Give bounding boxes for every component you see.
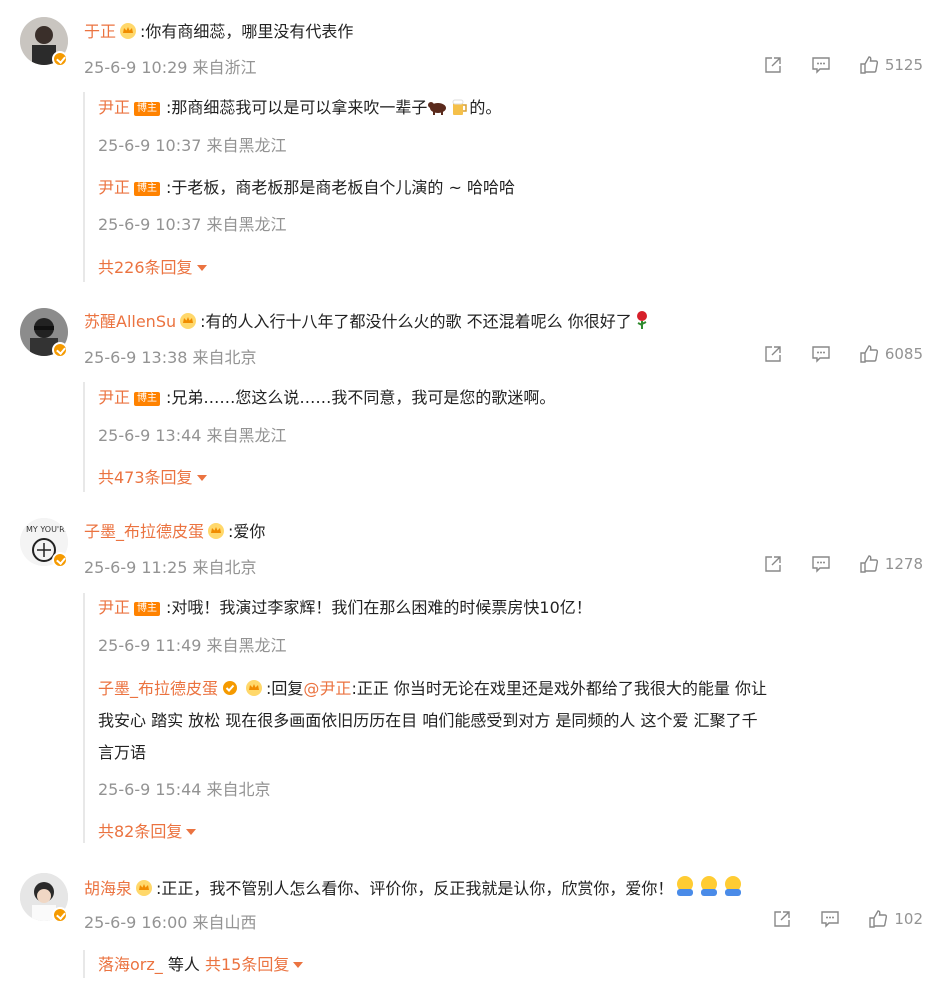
crown-icon	[136, 880, 153, 896]
replier-name[interactable]: 落海orz_	[98, 955, 163, 974]
host-badge: 博主	[134, 182, 161, 196]
reply-author[interactable]: 尹正	[98, 178, 130, 197]
verified-icon	[52, 51, 68, 67]
comment-meta: 25-6-9 13:38 来自北京	[84, 348, 257, 367]
reply-author[interactable]: 尹正	[98, 98, 130, 117]
reply-text-line-2: 我安心 踏实 放松 现在很多画面依旧历历在目 咱们能感受到对方 是同频的人 这个…	[98, 711, 758, 730]
reply-meta: 25-6-9 10:37 来自黑龙江	[98, 136, 287, 155]
reply-meta: 25-6-9 15:44 来自北京	[98, 780, 271, 799]
comment-icon	[812, 57, 830, 74]
share-icon	[765, 57, 781, 73]
comment-meta: 25-6-9 11:25 来自北京	[84, 558, 257, 577]
chevron-down-icon	[293, 962, 304, 968]
chevron-down-icon	[196, 265, 207, 271]
comment-actions: 1278	[735, 554, 923, 574]
svg-text:MY YOU'RE: MY YOU'RE	[26, 525, 68, 534]
comment-author[interactable]: 子墨_布拉德皮蛋	[84, 522, 204, 541]
reply-text: 尹正 博主:兄弟……您这么说……我不同意，我可是您的歌迷啊。	[98, 388, 556, 407]
hug-emoji-icon	[677, 876, 694, 896]
like-button[interactable]: 6085	[859, 344, 923, 364]
comment-icon	[812, 556, 830, 573]
verified-orange-icon	[223, 681, 238, 695]
comment-text: 苏醒AllenSu:有的人入行十八年了都没什么火的歌 不还混着呢么 你很好了	[84, 310, 652, 334]
reply-text-line-3: 言万语	[98, 743, 147, 762]
comment-text: 子墨_布拉德皮蛋:爱你	[84, 522, 266, 541]
reply-divider	[83, 593, 85, 843]
rose-icon	[636, 311, 647, 329]
cow-icon	[428, 102, 447, 115]
reply-meta: 25-6-9 11:49 来自黑龙江	[98, 636, 287, 655]
like-count: 5125	[884, 56, 923, 74]
comment-button[interactable]	[820, 909, 840, 929]
comment-text: 胡海泉:正正，我不管别人怎么看你、评价你，反正我就是认你，欣赏你，爱你！	[84, 875, 745, 901]
reply-divider	[83, 382, 85, 492]
share-button[interactable]	[772, 909, 792, 929]
reply-text: 子墨_布拉德皮蛋:回复@尹正:正正 你当时无论在戏里还是戏外都给了我很大的能量 …	[98, 679, 768, 698]
crown-icon	[246, 680, 263, 696]
share-button[interactable]	[763, 344, 783, 364]
share-button[interactable]	[763, 55, 783, 75]
share-icon	[765, 346, 781, 362]
like-count: 102	[894, 910, 923, 928]
thumbs-up-icon	[860, 56, 878, 74]
comment-meta: 25-6-9 16:00 来自山西	[84, 913, 257, 932]
crown-icon	[120, 23, 137, 39]
more-replies-link[interactable]: 共226条回复	[98, 254, 207, 278]
comment-actions: 5125	[735, 55, 923, 75]
reply-text: 尹正 博主:对哦！我演过李家辉！我们在那么困难的时候票房快10亿！	[98, 598, 592, 617]
reply-meta: 25-6-9 10:37 来自黑龙江	[98, 215, 287, 234]
more-replies-link[interactable]: 共15条回复	[205, 955, 304, 974]
like-button[interactable]: 1278	[859, 554, 923, 574]
comment-author[interactable]: 苏醒AllenSu	[84, 312, 176, 331]
verified-icon	[52, 342, 68, 358]
like-button[interactable]: 102	[868, 909, 923, 929]
like-count: 6085	[884, 345, 923, 363]
share-icon	[765, 556, 781, 572]
reply-author[interactable]: 子墨_布拉德皮蛋	[98, 679, 218, 698]
reply-footer: 落海orz_ 等人 共15条回复	[98, 953, 304, 977]
chevron-down-icon	[186, 829, 197, 835]
comment-icon	[821, 911, 840, 928]
crown-icon	[180, 313, 197, 329]
reply-text: 尹正 博主:于老板，商老板那是商老板自个儿演的 ~ 哈哈哈	[98, 178, 515, 197]
reply-text: 尹正 博主:那商细蕊我可以是可以拿来吹一辈子 的。	[98, 98, 502, 117]
comment-button[interactable]	[811, 55, 831, 75]
comment-button[interactable]	[811, 554, 831, 574]
verified-icon	[52, 552, 68, 568]
reply-author[interactable]: 尹正	[98, 598, 130, 617]
thumbs-up-icon	[860, 555, 878, 573]
like-button[interactable]: 5125	[859, 55, 923, 75]
host-badge: 博主	[134, 102, 161, 116]
more-replies-link[interactable]: 共473条回复	[98, 464, 207, 488]
more-replies-link[interactable]: 共82条回复	[98, 818, 197, 842]
thumbs-up-icon	[860, 345, 878, 363]
thumbs-up-icon	[869, 910, 888, 928]
hug-emoji-icon	[725, 876, 742, 896]
hug-emoji-icon	[701, 876, 718, 896]
beer-icon	[452, 99, 468, 115]
reply-meta: 25-6-9 13:44 来自黑龙江	[98, 426, 287, 445]
comment-icon	[812, 346, 830, 363]
comment-author[interactable]: 胡海泉	[84, 879, 132, 898]
verified-icon	[52, 907, 68, 923]
comment-meta: 25-6-9 10:29 来自浙江	[84, 58, 257, 77]
share-button[interactable]	[763, 554, 783, 574]
like-count: 1278	[884, 555, 923, 573]
comment-actions: 6085	[735, 344, 923, 364]
comment-text: 于正:你有商细蕊，哪里没有代表作	[84, 22, 354, 41]
reply-divider	[83, 950, 85, 978]
reply-author[interactable]: 尹正	[98, 388, 130, 407]
chevron-down-icon	[196, 475, 207, 481]
host-badge: 博主	[134, 602, 161, 616]
share-icon	[774, 911, 791, 927]
comment-actions: 102	[744, 909, 923, 929]
mention-link[interactable]: @尹正	[303, 679, 351, 698]
crown-icon	[208, 523, 225, 539]
host-badge: 博主	[134, 392, 161, 406]
reply-divider	[83, 92, 85, 282]
comment-button[interactable]	[811, 344, 831, 364]
comment-author[interactable]: 于正	[84, 22, 116, 41]
